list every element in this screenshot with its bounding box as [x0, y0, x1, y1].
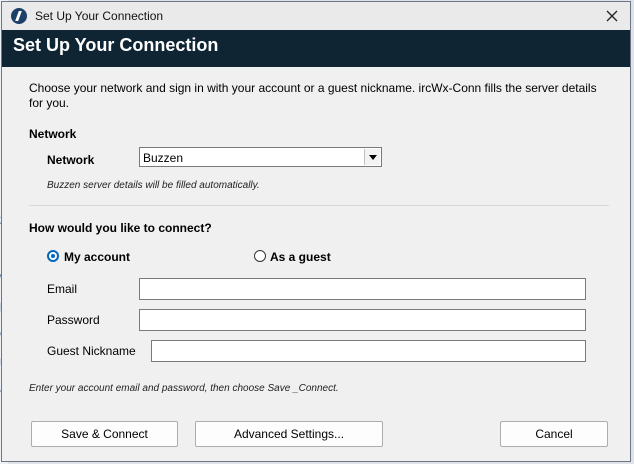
intro-text: Choose your network and sign in with you…	[29, 81, 597, 110]
network-select[interactable]: Buzzen	[139, 147, 382, 167]
dialog-heading: Set Up Your Connection	[13, 35, 219, 55]
window-title: Set Up Your Connection	[35, 9, 164, 23]
radio-guest-label[interactable]: As a guest	[270, 250, 331, 264]
network-section-heading: Network	[29, 127, 77, 141]
dropdown-arrow-icon[interactable]	[364, 149, 380, 165]
connection-dialog: Set Up Your Connection Set Up Your Conne…	[1, 1, 631, 462]
guest-nickname-label: Guest Nickname	[47, 344, 136, 358]
radio-my-account[interactable]	[47, 250, 59, 262]
dialog-content: Choose your network and sign in with you…	[8, 67, 624, 461]
save-connect-button[interactable]: Save & Connect	[31, 421, 178, 447]
close-button[interactable]	[602, 6, 622, 26]
radio-guest[interactable]	[254, 250, 266, 262]
network-select-value: Buzzen	[143, 151, 184, 165]
guest-nickname-field[interactable]	[151, 340, 586, 362]
connect-section-heading: How would you like to connect?	[29, 221, 212, 235]
radio-my-account-label[interactable]: My account	[64, 250, 130, 264]
header-banner: Set Up Your Connection	[2, 30, 630, 67]
cancel-button[interactable]: Cancel	[500, 421, 608, 447]
email-field[interactable]	[139, 278, 586, 300]
password-label: Password	[47, 313, 100, 327]
close-icon	[606, 10, 618, 22]
title-bar[interactable]: Set Up Your Connection	[2, 2, 630, 30]
network-hint: Buzzen server details will be filled aut…	[47, 180, 260, 191]
section-divider	[29, 205, 609, 206]
footer-hint: Enter your account email and password, t…	[29, 383, 339, 394]
password-field[interactable]	[139, 309, 586, 331]
advanced-settings-button[interactable]: Advanced Settings...	[195, 421, 383, 447]
email-label: Email	[47, 282, 78, 296]
app-logo-icon	[11, 8, 27, 24]
network-label: Network	[47, 153, 95, 167]
